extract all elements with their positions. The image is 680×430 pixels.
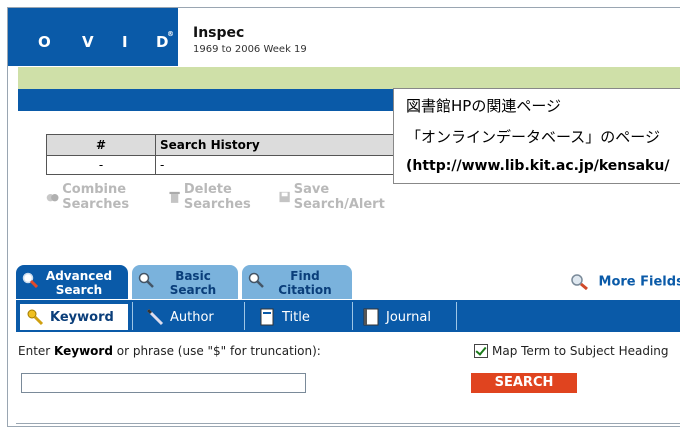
document-icon [260, 308, 274, 326]
more-fields-label: More Fields [598, 274, 680, 290]
column-header-number: # [46, 134, 156, 156]
brand-letter-o: O [38, 33, 52, 51]
magnifier-icon [138, 272, 154, 288]
map-term-option[interactable]: Map Term to Subject Heading [474, 344, 669, 358]
annotation-line-2: 「オンラインデータベース」のページ [406, 128, 660, 146]
pen-icon [146, 308, 164, 326]
tab-journal-label: Journal [386, 309, 431, 325]
tab-author[interactable]: Author [140, 304, 240, 330]
annotation-line-3: (http://www.lib.kit.ac.jp/kensaku/ [406, 158, 670, 174]
bottom-divider [16, 423, 680, 424]
tab-divider [456, 302, 457, 330]
prompt-prefix: Enter [18, 344, 55, 358]
tab-journal[interactable]: Journal [356, 304, 456, 330]
delete-searches-label: Delete Searches [183, 182, 251, 212]
annotation-line-1: 図書館HPの関連ページ [406, 97, 562, 115]
database-range: 1969 to 2006 Week 19 [193, 44, 307, 55]
keyword-prompt: Enter Keyword or phrase (use "$" for tru… [18, 344, 321, 358]
keyword-input[interactable] [21, 373, 306, 393]
combine-searches-label: Combine Searches [62, 182, 130, 212]
column-header-search-history: Search History [155, 134, 396, 156]
tab-find-citation[interactable]: Find Citation [242, 265, 352, 299]
tab-keyword[interactable]: Keyword [20, 304, 128, 330]
tab-title-label: Title [282, 309, 310, 325]
map-term-label: Map Term to Subject Heading [492, 344, 669, 358]
delete-searches-button[interactable]: Delete Searches [168, 182, 272, 212]
trash-icon [169, 191, 180, 203]
search-history-table: # Search History - - [46, 134, 396, 175]
more-fields-link[interactable]: More Fields [570, 274, 680, 291]
magnifier-icon [248, 272, 264, 288]
ovid-logo: O V I D ® [8, 8, 178, 66]
map-term-checkbox[interactable] [474, 344, 488, 358]
tab-divider [244, 302, 245, 330]
history-search-cell: - [155, 155, 396, 175]
tab-divider [352, 302, 353, 330]
magnifier-icon [22, 272, 38, 288]
history-actions: Combine Searches Delete Searches Save Se… [46, 182, 396, 212]
prompt-suffix: or phrase (use "$" for truncation): [112, 344, 321, 358]
search-button[interactable]: SEARCH [471, 373, 577, 393]
table-row: - - [46, 155, 396, 175]
combine-icon [46, 194, 59, 202]
table-header-row: # Search History [46, 134, 396, 156]
journal-icon [363, 308, 379, 326]
combine-searches-button[interactable]: Combine Searches [46, 182, 162, 212]
tab-author-label: Author [170, 309, 214, 325]
tab-title[interactable]: Title [252, 304, 348, 330]
save-search-label: Save Search/Alert [293, 182, 385, 212]
tab-keyword-label: Keyword [50, 309, 114, 325]
database-title: Inspec [193, 25, 245, 41]
tab-divider [132, 302, 133, 330]
brand-letter-v: V [82, 33, 95, 51]
tab-advanced-search[interactable]: Advanced Search [16, 265, 128, 299]
brand-letter-i: I [122, 33, 129, 51]
key-icon [27, 309, 44, 326]
prompt-keyword: Keyword [54, 344, 113, 358]
save-icon [278, 191, 290, 203]
status-bar [18, 67, 680, 89]
history-number-cell: - [46, 155, 156, 175]
annotation-overlay: 図書館HPの関連ページ 「オンラインデータベース」のページ (http://ww… [393, 88, 680, 184]
registered-mark: ® [167, 30, 175, 38]
magnifier-icon [571, 274, 588, 291]
field-tabs: Keyword Author Title Journal [16, 300, 680, 332]
tab-basic-search[interactable]: Basic Search [132, 265, 238, 299]
save-search-button[interactable]: Save Search/Alert [278, 182, 390, 212]
